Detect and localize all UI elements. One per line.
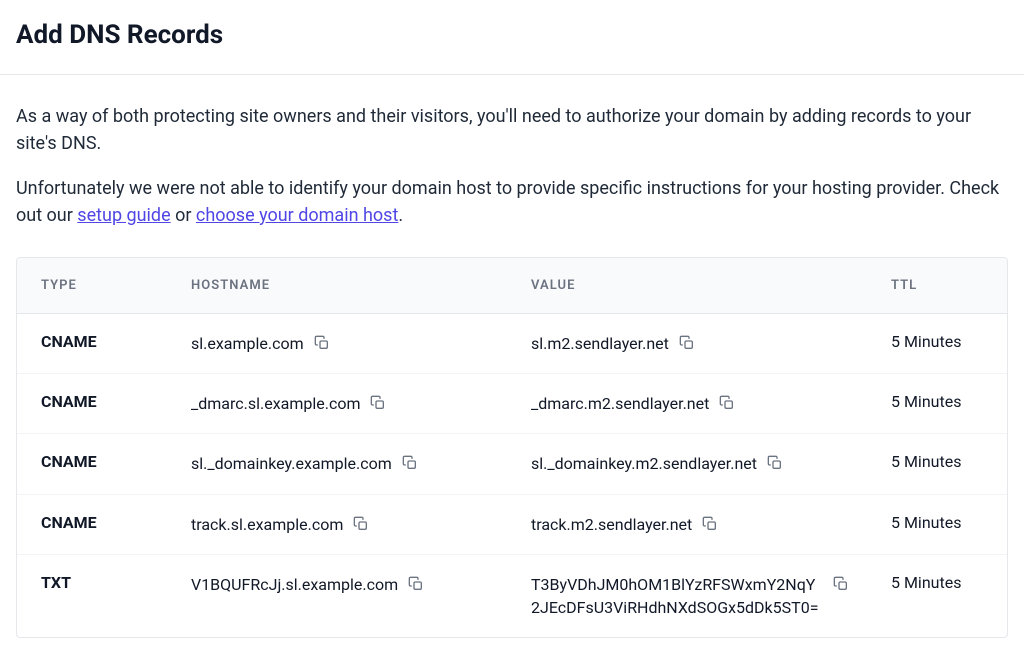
copy-icon (833, 576, 849, 592)
record-type: CNAME (17, 374, 167, 434)
dns-records-table: TYPE HOSTNAME VALUE TTL CNAME sl.example.… (16, 257, 1008, 638)
copy-button[interactable] (370, 394, 388, 412)
table-row: CNAME track.sl.example.com track.m2.sendla… (17, 494, 1007, 554)
copy-icon (702, 516, 718, 532)
record-type: CNAME (17, 314, 167, 374)
record-ttl: 5 Minutes (867, 374, 1007, 434)
choose-domain-host-link[interactable]: choose your domain host (196, 205, 398, 226)
intro-paragraph-1: As a way of both protecting site owners … (16, 103, 1008, 157)
record-value-cell: track.m2.sendlayer.net (507, 494, 867, 554)
copy-icon (719, 395, 735, 411)
copy-icon (353, 516, 369, 532)
record-value-cell: _dmarc.m2.sendlayer.net (507, 374, 867, 434)
record-value: T3ByVDhJM0hOM1BlYzRFSWxmY2NqY2JEcDFsU3Vi… (531, 573, 823, 619)
copy-button[interactable] (833, 575, 851, 593)
record-hostname: V1BQUFRcJj.sl.example.com (191, 573, 398, 596)
intro-paragraph-2: Unfortunately we were not able to identi… (16, 175, 1008, 229)
record-hostname-cell: sl._domainkey.example.com (167, 434, 507, 494)
record-hostname-cell: V1BQUFRcJj.sl.example.com (167, 554, 507, 637)
copy-icon (408, 576, 424, 592)
record-hostname-cell: sl.example.com (167, 314, 507, 374)
column-header-value: VALUE (507, 258, 867, 314)
copy-button[interactable] (402, 454, 420, 472)
record-ttl: 5 Minutes (867, 494, 1007, 554)
copy-icon (370, 395, 386, 411)
record-value-cell: sl._domainkey.m2.sendlayer.net (507, 434, 867, 494)
copy-button[interactable] (408, 575, 426, 593)
table-row: CNAME sl.example.com sl.m2.sendlayer.net 5 … (17, 314, 1007, 374)
record-hostname-cell: track.sl.example.com (167, 494, 507, 554)
record-hostname: track.sl.example.com (191, 513, 343, 536)
record-ttl: 5 Minutes (867, 554, 1007, 637)
copy-button[interactable] (702, 515, 720, 533)
record-type: CNAME (17, 434, 167, 494)
record-value: _dmarc.m2.sendlayer.net (531, 392, 709, 415)
column-header-type: TYPE (17, 258, 167, 314)
table-row: CNAME _dmarc.sl.example.com _dmarc.m2.send… (17, 374, 1007, 434)
copy-icon (402, 455, 418, 471)
record-ttl: 5 Minutes (867, 314, 1007, 374)
record-value: track.m2.sendlayer.net (531, 513, 692, 536)
copy-icon (679, 335, 695, 351)
page-title: Add DNS Records (16, 20, 1008, 50)
record-type: TXT (17, 554, 167, 637)
record-value-cell: sl.m2.sendlayer.net (507, 314, 867, 374)
record-hostname: sl.example.com (191, 332, 304, 355)
copy-button[interactable] (353, 515, 371, 533)
divider (0, 74, 1024, 75)
table-row: CNAME sl._domainkey.example.com sl._domain… (17, 434, 1007, 494)
copy-icon (314, 335, 330, 351)
intro-text: . (398, 205, 403, 226)
column-header-hostname: HOSTNAME (167, 258, 507, 314)
setup-guide-link[interactable]: setup guide (77, 205, 170, 226)
copy-button[interactable] (719, 394, 737, 412)
record-hostname-cell: _dmarc.sl.example.com (167, 374, 507, 434)
record-ttl: 5 Minutes (867, 434, 1007, 494)
record-type: CNAME (17, 494, 167, 554)
copy-button[interactable] (679, 334, 697, 352)
record-hostname: sl._domainkey.example.com (191, 452, 392, 475)
copy-icon (767, 455, 783, 471)
record-value: sl.m2.sendlayer.net (531, 332, 669, 355)
record-value-cell: T3ByVDhJM0hOM1BlYzRFSWxmY2NqY2JEcDFsU3Vi… (507, 554, 867, 637)
intro-text: or (171, 205, 196, 226)
table-row: TXT V1BQUFRcJj.sl.example.com T3ByVDhJM0hO… (17, 554, 1007, 637)
copy-button[interactable] (314, 334, 332, 352)
column-header-ttl: TTL (867, 258, 1007, 314)
copy-button[interactable] (767, 454, 785, 472)
record-hostname: _dmarc.sl.example.com (191, 392, 360, 415)
record-value: sl._domainkey.m2.sendlayer.net (531, 452, 757, 475)
